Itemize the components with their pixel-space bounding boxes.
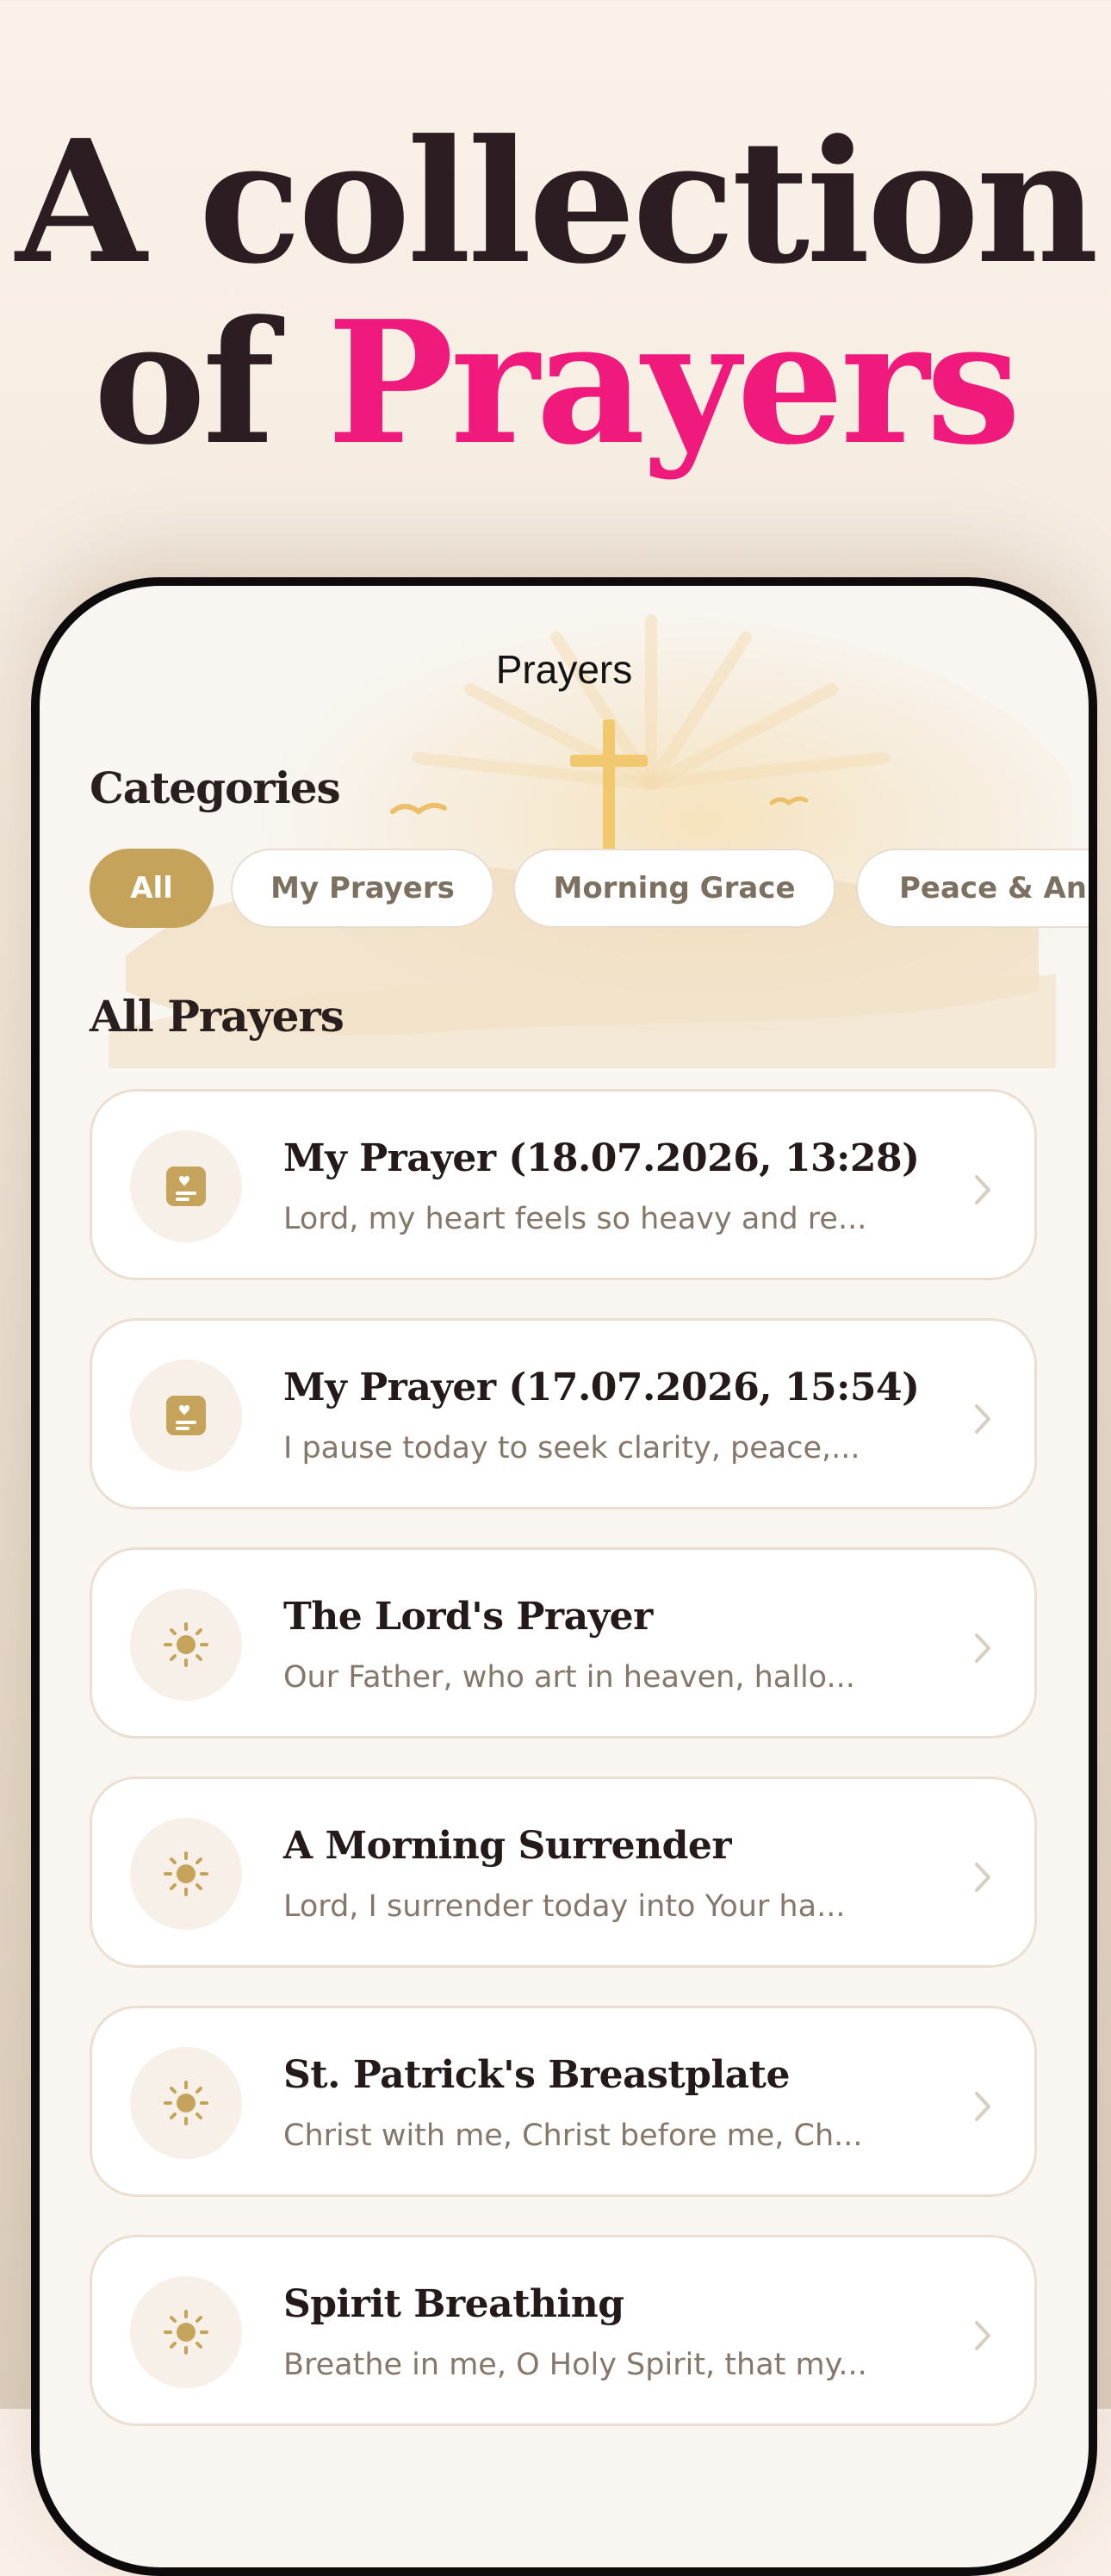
prayer-title: My Prayer (17.07.2026, 15:54) [283, 1366, 920, 1409]
prayer-card[interactable]: My Prayer (18.07.2026, 13:28) Lord, my h… [90, 1089, 1037, 1280]
categories-heading: Categories [90, 762, 341, 813]
headline-line-1: A collection [16, 103, 1099, 302]
chevron-right-icon [975, 1633, 990, 1663]
headline: A collection of Prayers [0, 112, 1111, 474]
prayer-card[interactable]: My Prayer (17.07.2026, 15:54) I pause to… [90, 1318, 1037, 1509]
chip-all[interactable]: All [90, 849, 214, 928]
sun-icon [130, 1818, 242, 1930]
sun-icon [130, 1589, 242, 1701]
chevron-right-icon [975, 1863, 990, 1892]
chip-peace[interactable]: Peace & An [856, 849, 1089, 928]
prayer-card[interactable]: A Morning Surrender Lord, I surrender to… [90, 1776, 1037, 1968]
journal-heart-icon [130, 1360, 242, 1472]
prayer-preview: Lord, my heart feels so heavy and re... [283, 1202, 867, 1236]
journal-heart-icon [130, 1130, 242, 1242]
prayer-card[interactable]: The Lord's Prayer Our Father, who art in… [90, 1547, 1037, 1739]
prayer-preview: I pause today to seek clarity, peace,... [283, 1431, 860, 1465]
chip-morning-grace[interactable]: Morning Grace [513, 849, 835, 928]
prayer-title: My Prayer (18.07.2026, 13:28) [283, 1136, 920, 1180]
sun-icon [130, 2276, 242, 2388]
prayer-preview: Lord, I surrender today into Your ha... [283, 1889, 846, 1924]
nav-title: Prayers [495, 647, 633, 692]
headline-accent: Prayers [326, 284, 1021, 482]
chevron-right-icon [975, 1175, 990, 1204]
prayer-title: A Morning Surrender [283, 1824, 732, 1868]
prayer-preview: Breathe in me, O Holy Spirit, that my... [283, 2348, 867, 2382]
headline-prefix: of [93, 284, 327, 482]
prayer-title: The Lord's Prayer [283, 1595, 653, 1639]
chip-my-prayers[interactable]: My Prayers [231, 849, 494, 928]
chevron-right-icon [975, 2092, 990, 2121]
prayer-preview: Christ with me, Christ before me, Ch... [283, 2119, 863, 2153]
chevron-right-icon [975, 2321, 990, 2350]
chevron-right-icon [975, 1404, 990, 1434]
sun-icon [130, 2047, 242, 2159]
phone-frame: Prayers Categories All My Prayers Mornin… [31, 577, 1097, 2576]
all-prayers-heading: All Prayers [90, 991, 344, 1042]
prayer-card[interactable]: Spirit Breathing Breathe in me, O Holy S… [90, 2235, 1037, 2426]
prayer-title: St. Patrick's Breastplate [283, 2053, 791, 2097]
prayer-preview: Our Father, who art in heaven, hallo... [283, 1660, 855, 1695]
headline-line-2: of Prayers [0, 293, 1111, 474]
prayer-card[interactable]: St. Patrick's Breastplate Christ with me… [90, 2006, 1037, 2197]
prayer-title: Spirit Breathing [283, 2282, 624, 2326]
category-chips: All My Prayers Morning Grace Peace & An [90, 849, 1089, 931]
